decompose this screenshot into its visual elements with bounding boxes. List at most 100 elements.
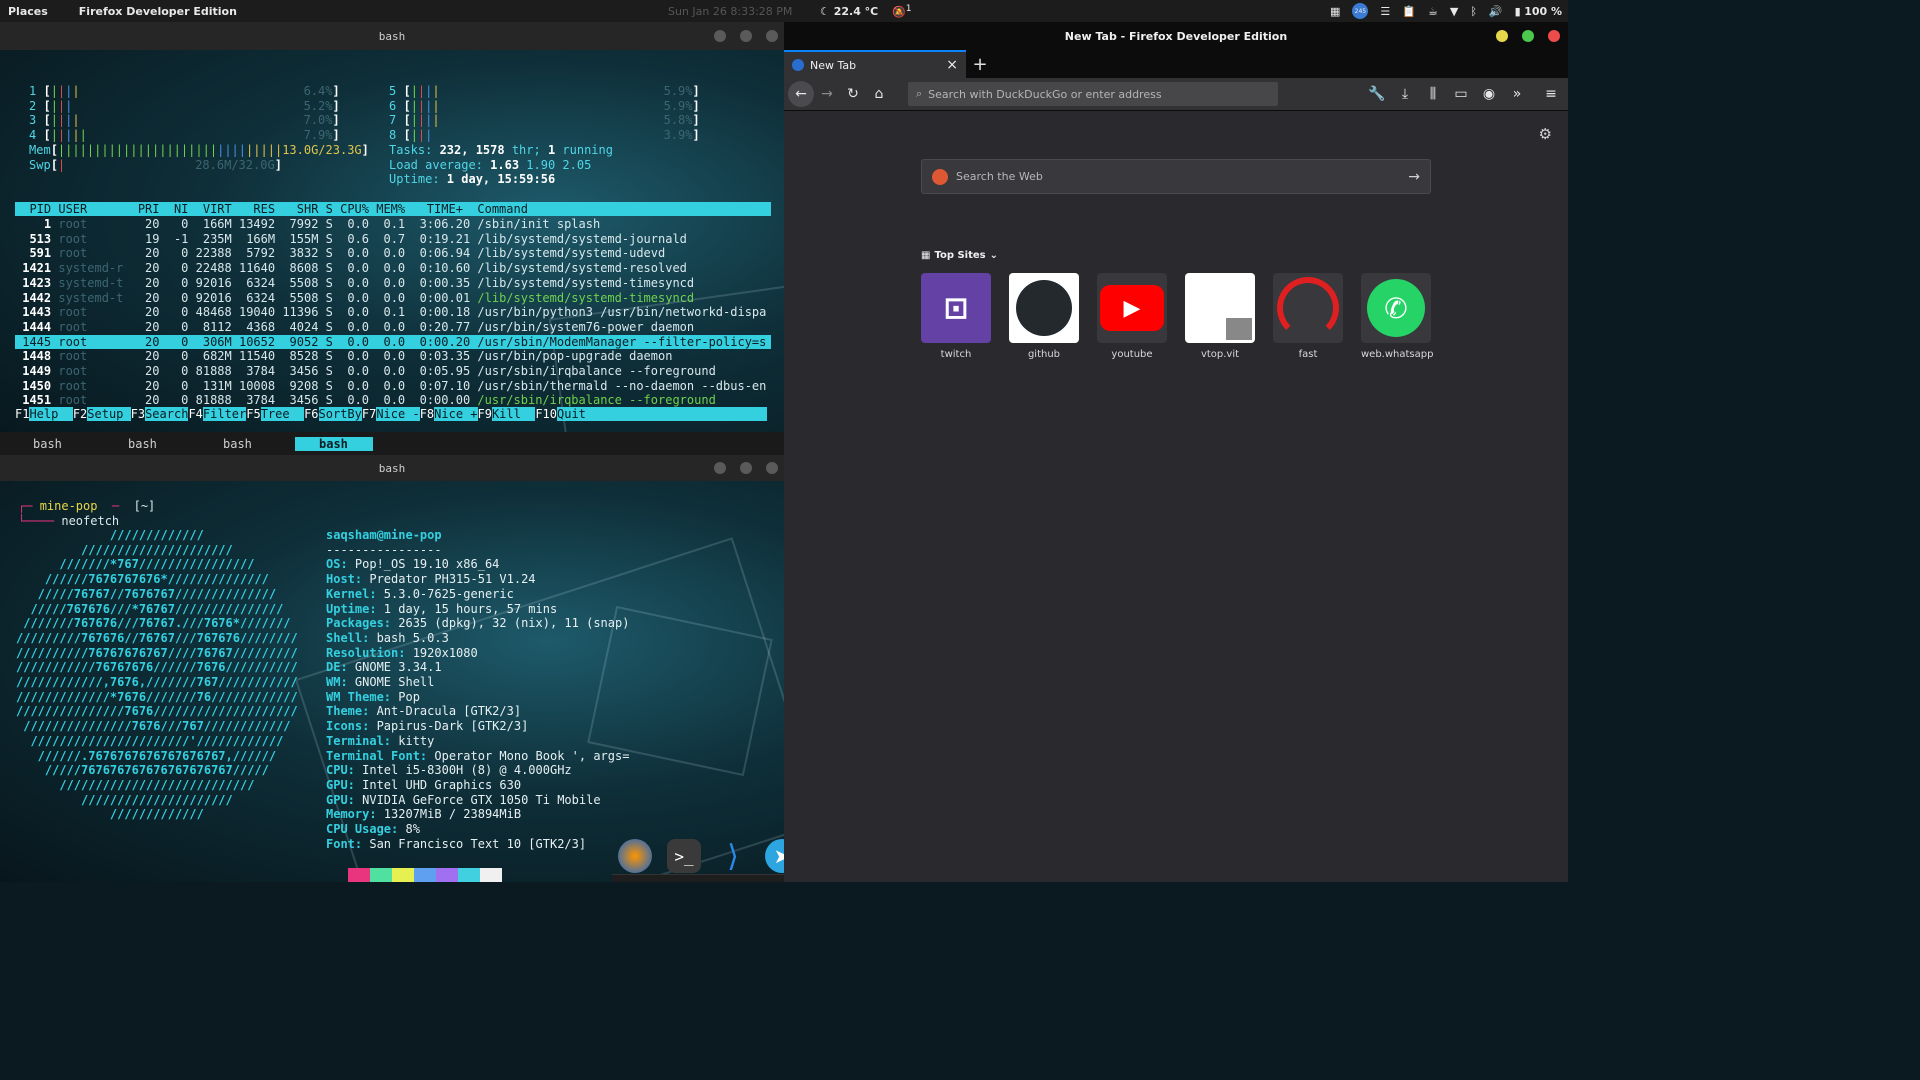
web-search-input[interactable]: Search the Web →	[921, 159, 1431, 194]
close-button[interactable]	[766, 30, 778, 42]
process-row[interactable]: 1445 root 20 0 306M 10652 9052 S 0.0 0.0…	[15, 334, 771, 349]
url-bar[interactable]: ⌕ Search with DuckDuckGo or enter addres…	[908, 82, 1278, 106]
mem-bar-tick: |	[231, 142, 239, 157]
function-key-label[interactable]: SortBy	[318, 407, 362, 421]
process-row[interactable]: 1448 root 20 0 682M 11540 8528 S 0.0 0.0…	[15, 349, 672, 363]
process-row[interactable]: 1423 systemd-t 20 0 92016 6324 5508 S 0.…	[15, 276, 694, 290]
process-row[interactable]: 513 root 19 -1 235M 166M 155M S 0.6 0.7 …	[15, 232, 686, 246]
vscode-icon[interactable]: ⟩	[716, 839, 750, 874]
process-row[interactable]: 1 root 20 0 166M 13492 7992 S 0.0 0.1 3:…	[15, 217, 600, 231]
cpu-icon[interactable]: ▦	[1330, 5, 1340, 18]
search-submit-icon[interactable]: →	[1408, 169, 1420, 185]
terminal-titlebar[interactable]: bash	[0, 455, 784, 481]
firefox-titlebar[interactable]: New Tab - Firefox Developer Edition	[784, 22, 1568, 50]
new-tab-button[interactable]: +	[966, 54, 994, 75]
firefox-window[interactable]: New Tab - Firefox Developer Edition New …	[784, 22, 1568, 882]
terminal-tab[interactable]: bash	[0, 437, 95, 451]
overflow-icon[interactable]: »	[1504, 81, 1530, 107]
menu-icon[interactable]: ≡	[1538, 81, 1564, 107]
download-icon[interactable]: ⤓	[1392, 81, 1418, 107]
neofetch-terminal-window[interactable]: bash ┌─ mine-pop ─ [~] └──── neofetch ///…	[0, 455, 784, 882]
process-row[interactable]: 1421 systemd-r 20 0 22488 11640 8608 S 0…	[15, 261, 687, 275]
function-key-label[interactable]: Quit	[557, 407, 586, 421]
terminal-tab[interactable]: bash	[95, 437, 190, 451]
reload-button[interactable]: ↻	[840, 81, 866, 107]
wrench-icon[interactable]: 🔧	[1364, 81, 1390, 107]
back-button[interactable]: ←	[788, 81, 814, 107]
tab-new-tab[interactable]: New Tab ×	[784, 50, 966, 78]
coffee-icon[interactable]: ☕	[1428, 5, 1438, 18]
wifi-icon[interactable]: ▼	[1450, 5, 1458, 18]
gear-icon[interactable]: ⚙	[1539, 125, 1552, 143]
top-site-vtop[interactable]: vtop.vit	[1185, 273, 1255, 360]
process-row[interactable]: 1449 root 20 0 81888 3784 3456 S 0.0 0.0…	[15, 364, 716, 378]
process-row[interactable]: 591 root 20 0 22388 5792 3832 S 0.0 0.0 …	[15, 246, 665, 260]
info-key: Font:	[326, 836, 363, 851]
minimize-button[interactable]	[714, 462, 726, 474]
function-key-label[interactable]: Kill	[491, 407, 536, 421]
battery-indicator[interactable]: ▮ 100 %	[1515, 5, 1562, 18]
terminal-tab[interactable]: bash	[190, 437, 285, 451]
top-sites-header[interactable]: ▦ Top Sites ⌄	[921, 250, 998, 261]
close-tab-icon[interactable]: ×	[946, 57, 958, 73]
notes-icon[interactable]: ☰	[1380, 5, 1390, 18]
terminal-tab-active[interactable]: bash	[295, 436, 373, 451]
info-value: 1 day, 15 hours, 57 mins	[376, 601, 558, 616]
forward-button[interactable]: →	[814, 81, 840, 107]
volume-icon[interactable]: 🔊	[1489, 5, 1503, 18]
library-icon[interactable]: ⫼	[1420, 81, 1446, 107]
ascii-logo-line: /////////////	[16, 528, 204, 542]
minimize-button[interactable]	[714, 30, 726, 42]
update-badge-icon[interactable]: 245	[1352, 3, 1369, 19]
maximize-button[interactable]	[740, 462, 752, 474]
maximize-button[interactable]	[740, 30, 752, 42]
load-average-line: Load average: 1.63 1.90 2.05	[389, 158, 591, 172]
function-key-label[interactable]: Setup	[87, 407, 131, 421]
function-key-label[interactable]: Search	[145, 407, 189, 421]
top-site-fast[interactable]: fast	[1273, 273, 1343, 360]
terminal-body[interactable]: 1 [|||| 6.4%] 2 [||| 5.2%] 3 [|||| 7.0%] 4 …	[0, 50, 784, 455]
process-row[interactable]: 1444 root 20 0 8112 4368 4024 S 0.0 0.0 …	[15, 320, 694, 334]
top-site-whatsapp[interactable]: ✆ web.whatsapp	[1361, 273, 1433, 360]
process-user: root	[51, 349, 131, 364]
system-info-line: DE: GNOME 3.34.1	[326, 660, 442, 674]
home-button[interactable]: ⌂	[866, 81, 892, 107]
close-button[interactable]	[766, 462, 778, 474]
close-button[interactable]	[1548, 30, 1560, 42]
process-row[interactable]: 1450 root 20 0 131M 10008 9208 S 0.0 0.0…	[15, 379, 766, 393]
terminal-titlebar[interactable]: bash	[0, 22, 784, 50]
function-key-label[interactable]: Nice -	[376, 407, 420, 421]
terminal-icon[interactable]: >_	[667, 839, 701, 873]
notification-icon[interactable]: 🔕1	[892, 3, 912, 19]
maximize-button[interactable]	[1522, 30, 1534, 42]
terminal-body[interactable]: ┌─ mine-pop ─ [~] └──── neofetch ////////…	[0, 481, 784, 882]
top-site-youtube[interactable]: ▶ youtube	[1097, 273, 1167, 360]
window-title: bash	[378, 461, 406, 475]
weather-indicator[interactable]: ☾ 22.4 °C	[820, 5, 878, 18]
sidebar-icon[interactable]: ▭	[1448, 81, 1474, 107]
function-key-label[interactable]: Help	[29, 407, 73, 421]
process-command: /usr/bin/python3 /usr/bin/networkd-dispa	[477, 305, 767, 320]
process-row[interactable]: 1443 root 20 0 48468 19040 11396 S 0.0 0…	[15, 305, 766, 319]
info-value: NVIDIA GeForce GTX 1050 Ti Mobile	[354, 792, 601, 807]
top-site-twitch[interactable]: ⊡ twitch	[921, 273, 991, 360]
account-icon[interactable]: ◉	[1476, 81, 1502, 107]
process-row[interactable]: 1442 systemd-t 20 0 92016 6324 5508 S 0.…	[15, 291, 694, 305]
function-key: F5	[246, 407, 261, 421]
function-key-label[interactable]: Tree	[260, 407, 305, 421]
function-key-label[interactable]: Filter	[202, 407, 247, 421]
clipboard-icon[interactable]: 📋	[1402, 5, 1416, 18]
clock[interactable]: Sun Jan 26 8:33:28 PM	[668, 5, 792, 18]
minimize-button[interactable]	[1496, 30, 1508, 42]
notification-count: 1	[905, 3, 912, 15]
active-app-menu[interactable]: Firefox Developer Edition	[79, 5, 237, 18]
function-key-label[interactable]: Nice +	[434, 407, 478, 421]
process-row[interactable]: 1451 root 20 0 81888 3784 3456 S 0.0 0.0…	[15, 393, 716, 407]
firefox-icon[interactable]	[618, 839, 652, 873]
process-stats: 20 0 8112 4368 4024 S 0.0 0.0 0:20.77	[130, 319, 478, 334]
window-title: New Tab - Firefox Developer Edition	[1064, 29, 1288, 43]
top-site-github[interactable]: github	[1009, 273, 1079, 360]
places-menu[interactable]: Places	[0, 5, 48, 18]
bluetooth-icon[interactable]: ᛒ	[1470, 5, 1477, 18]
htop-terminal-window[interactable]: bash 1 [|||| 6.4%] 2 [||| 5.2%] 3 [|||| 7.…	[0, 22, 784, 455]
